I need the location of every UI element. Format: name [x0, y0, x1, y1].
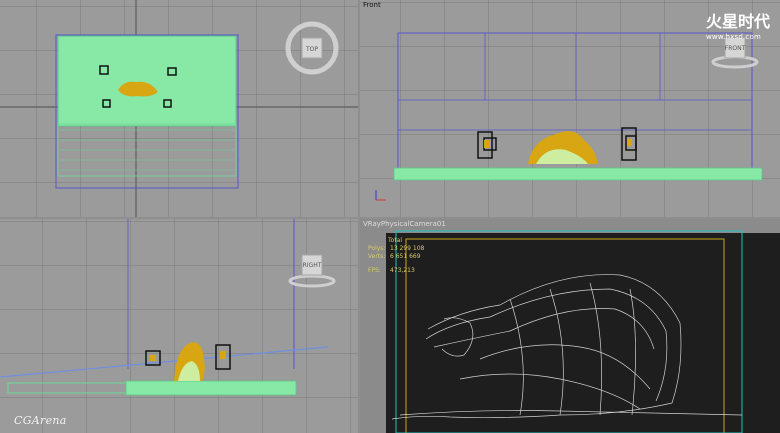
stats-value: 6 651 669 — [390, 253, 421, 260]
stats-row: Verts: 6 651 669 — [368, 253, 424, 261]
watermark: CGArena — [14, 414, 67, 427]
viewport-camera[interactable]: VRayPhysicalCamera01 Total Polys: 13 299… — [360, 219, 780, 433]
viewport-layout: TOP Front FRONT 火星时代 www.hxsd.com RIGHT … — [0, 0, 780, 433]
stats-header: Total — [388, 237, 403, 244]
viewcube-right-label: RIGHT — [303, 262, 322, 269]
viewport-front-label[interactable]: Front — [363, 1, 381, 9]
brand-url: www.hxsd.com — [705, 33, 761, 41]
stats-key: Polys: — [368, 245, 386, 252]
viewport-front[interactable]: Front FRONT 火星时代 www.hxsd.com — [360, 0, 780, 217]
stats-key: Verts: — [368, 253, 386, 260]
viewport-left[interactable]: RIGHT CGArena — [0, 219, 358, 433]
stats-overlay: Total Polys: 13 299 108 Verts: 6 651 669… — [368, 237, 424, 275]
stats-value: 13 299 108 — [390, 245, 425, 252]
viewcube-top-label: TOP — [305, 46, 318, 53]
viewcube-front-label: FRONT — [725, 45, 746, 52]
fps-value: 473,213 — [390, 267, 415, 274]
viewport-top[interactable]: TOP — [0, 0, 358, 217]
brand-logo: 火星时代 — [705, 12, 770, 31]
fps-key: FPS: — [368, 267, 381, 274]
viewport-camera-label[interactable]: VRayPhysicalCamera01 — [363, 220, 446, 228]
viewcube-right[interactable]: RIGHT — [288, 249, 336, 289]
fps-row: FPS: 473,213 — [368, 267, 424, 275]
brand-mark: 火星时代 www.hxsd.com — [706, 8, 770, 41]
viewcube-top[interactable]: TOP — [284, 20, 340, 76]
stats-row: Polys: 13 299 108 — [368, 245, 424, 253]
